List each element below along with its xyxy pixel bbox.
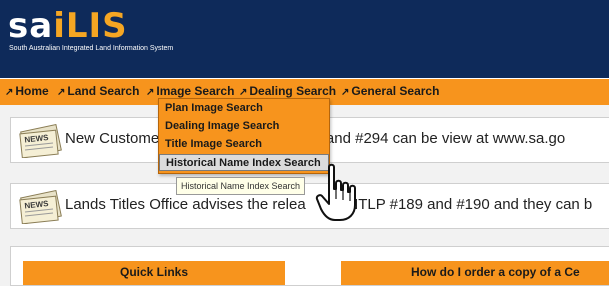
arrow-northeast-icon: ↗ xyxy=(239,87,248,98)
sailis-logo[interactable]: saiLIS xyxy=(8,6,128,46)
arrow-northeast-icon: ↗ xyxy=(5,87,14,98)
nav-home[interactable]: ↗ Home xyxy=(5,84,49,98)
arrow-northeast-icon: ↗ xyxy=(57,87,66,98)
menu-item-plan-image-search[interactable]: Plan Image Search xyxy=(159,100,329,117)
news-item: NEWS Lands Titles Office advises the rel… xyxy=(10,183,609,229)
logo-prefix: sa xyxy=(8,6,54,46)
quick-links-heading[interactable]: Quick Links xyxy=(23,261,285,285)
nav-home-label: Home xyxy=(15,84,49,98)
newspaper-icon: NEWS xyxy=(19,190,62,224)
menu-item-dealing-image-search[interactable]: Dealing Image Search xyxy=(159,118,329,135)
nav-general-search-label: General Search xyxy=(351,84,440,98)
order-copy-heading[interactable]: How do I order a copy of a Ce xyxy=(341,261,609,285)
nav-general-search[interactable]: ↗ General Search xyxy=(341,84,439,98)
menu-item-title-image-search[interactable]: Title Image Search xyxy=(159,136,329,153)
arrow-northeast-icon: ↗ xyxy=(146,87,155,98)
nav-image-search[interactable]: ↗ Image Search xyxy=(146,84,234,98)
info-panels: Quick Links How do I order a copy of a C… xyxy=(10,246,609,286)
hand-pointer-icon xyxy=(315,163,356,221)
image-search-dropdown: Plan Image Search Dealing Image Search T… xyxy=(158,98,330,174)
site-tagline: South Australian Integrated Land Informa… xyxy=(9,45,174,52)
nav-dealing-search[interactable]: ↗ Dealing Search xyxy=(239,84,336,98)
arrow-northeast-icon: ↗ xyxy=(341,87,350,98)
menu-tooltip: Historical Name Index Search xyxy=(176,177,306,195)
logo-accent: iLIS xyxy=(53,6,128,46)
menu-item-historical-name-index-search[interactable]: Historical Name Index Search xyxy=(159,154,329,171)
nav-land-search-label: Land Search xyxy=(67,84,140,98)
nav-dealing-search-label: Dealing Search xyxy=(249,84,337,98)
nav-image-search-label: Image Search xyxy=(156,84,235,98)
site-header: saiLIS South Australian Integrated Land … xyxy=(0,0,609,78)
newspaper-icon: NEWS xyxy=(19,124,62,158)
nav-land-search[interactable]: ↗ Land Search xyxy=(57,84,139,98)
